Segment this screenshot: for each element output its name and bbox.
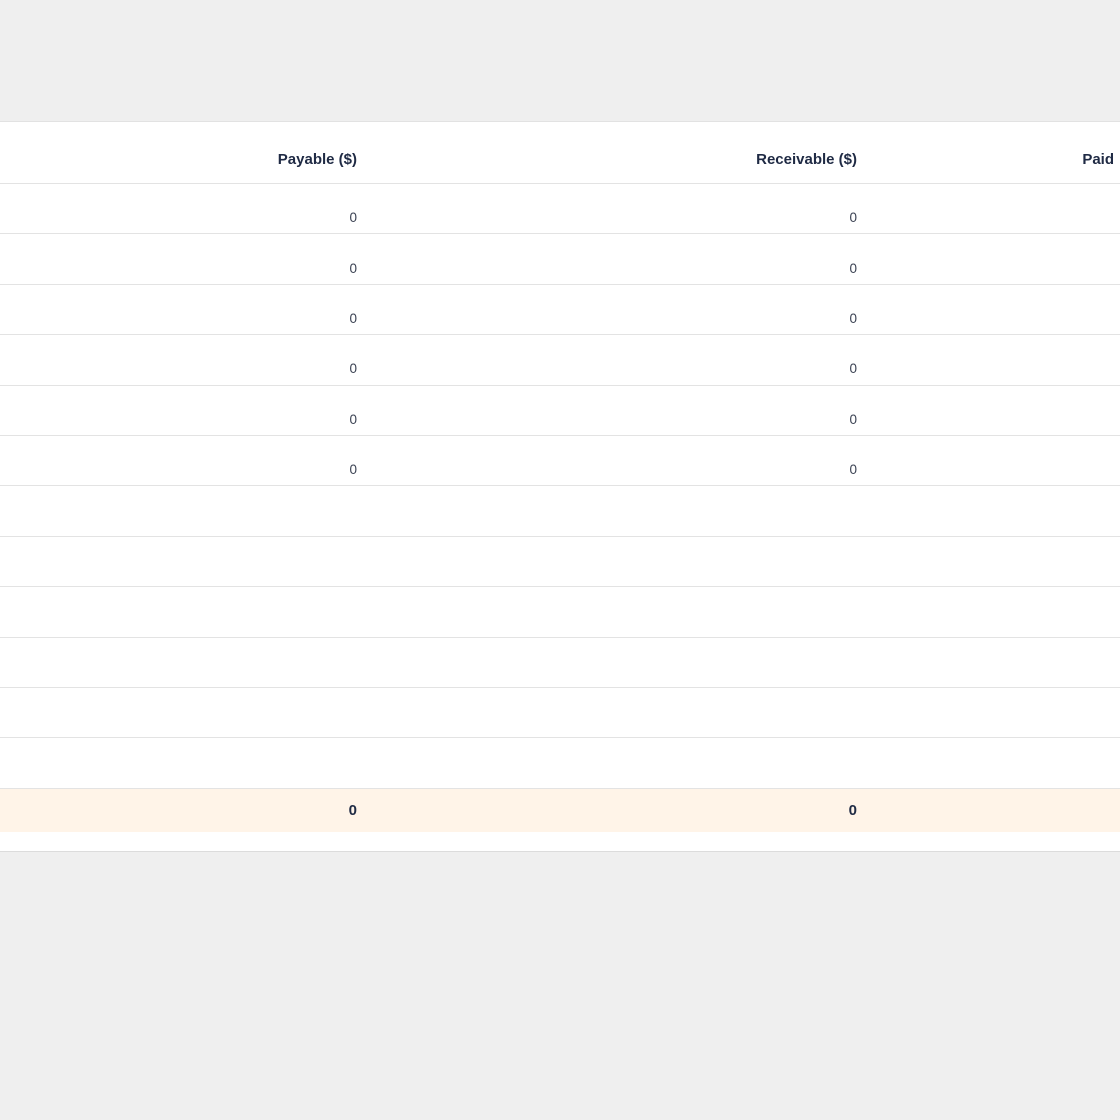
paid-cell (1000, 436, 1114, 485)
receivable-cell: 0 (849, 361, 857, 377)
column-header-paid[interactable]: Paid (1000, 122, 1114, 183)
payable-cell: 0 (349, 310, 357, 326)
payable-cell (160, 537, 357, 586)
receivable-cell (640, 688, 857, 737)
table-row: 0 0 (0, 335, 1120, 386)
paid-cell (1000, 184, 1114, 233)
receivable-cell (640, 486, 857, 535)
paid-cell (1000, 587, 1114, 636)
receivable-cell (640, 638, 857, 687)
table-header-row: Payable ($) Receivable ($) Paid (0, 122, 1120, 184)
payable-cell: 0 (349, 210, 357, 226)
totals-row: 0 0 (0, 788, 1120, 832)
paid-cell (1000, 738, 1114, 787)
receivable-cell (640, 738, 857, 787)
payable-cell (160, 587, 357, 636)
paid-cell (1000, 234, 1114, 283)
total-payable-cell: 0 (348, 801, 357, 819)
receivable-cell: 0 (849, 462, 857, 478)
payable-cell: 0 (349, 361, 357, 377)
total-receivable-cell: 0 (848, 801, 857, 819)
receivable-cell: 0 (849, 411, 857, 427)
column-header-payable[interactable]: Payable ($) (160, 122, 357, 183)
paid-cell (1000, 537, 1114, 586)
report-panel: Payable ($) Receivable ($) Paid 0 0 0 0 … (0, 121, 1120, 852)
total-paid-cell (1000, 789, 1114, 832)
receivable-cell: 0 (849, 260, 857, 276)
table-row (0, 738, 1120, 789)
payable-cell: 0 (349, 260, 357, 276)
table-row: 0 0 (0, 184, 1120, 235)
payable-cell (160, 738, 357, 787)
table-row (0, 638, 1120, 688)
table-row: 0 0 (0, 285, 1120, 336)
column-header-receivable[interactable]: Receivable ($) (640, 122, 857, 183)
payable-cell: 0 (349, 411, 357, 427)
table-row: 0 0 (0, 234, 1120, 285)
paid-cell (1000, 285, 1114, 334)
table-row (0, 486, 1120, 537)
receivable-cell (640, 587, 857, 636)
paid-cell (1000, 638, 1114, 687)
receivable-cell (640, 537, 857, 586)
payable-cell (160, 638, 357, 687)
paid-cell (1000, 386, 1114, 435)
receivable-cell: 0 (849, 310, 857, 326)
table-row: 0 0 (0, 436, 1120, 487)
table-row (0, 537, 1120, 588)
table-row (0, 688, 1120, 739)
paid-cell (1000, 486, 1114, 535)
payable-receivable-table: Payable ($) Receivable ($) Paid 0 0 0 0 … (0, 122, 1120, 832)
payable-cell (160, 688, 357, 737)
paid-cell (1000, 335, 1114, 384)
table-row (0, 587, 1120, 638)
receivable-cell: 0 (849, 210, 857, 226)
paid-cell (1000, 688, 1114, 737)
payable-cell: 0 (349, 462, 357, 478)
table-row: 0 0 (0, 386, 1120, 436)
payable-cell (160, 486, 357, 535)
